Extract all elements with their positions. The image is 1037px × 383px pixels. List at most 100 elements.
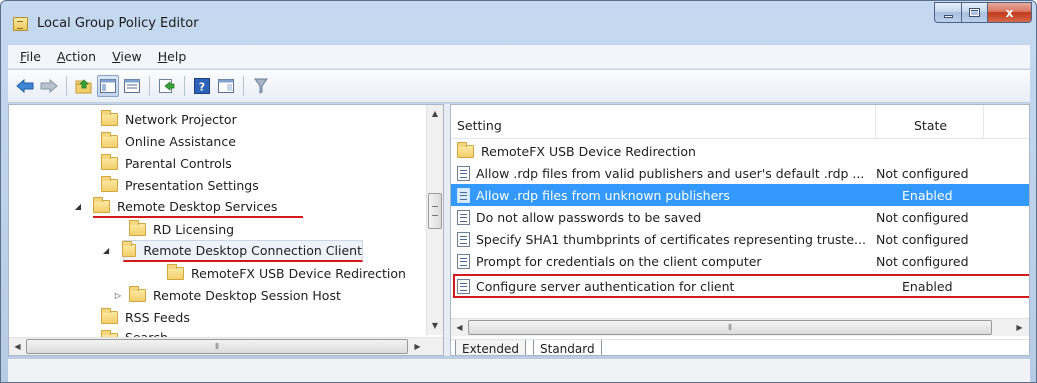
close-button[interactable]: x	[987, 2, 1032, 23]
title-bar[interactable]: Local Group Policy Editor x	[1, 1, 1036, 45]
menu-file[interactable]: File	[12, 49, 49, 64]
tree-item-remote-desktop-services[interactable]: ◢ Remote Desktop Services	[75, 196, 303, 218]
menu-view[interactable]: View	[104, 49, 150, 64]
tree-vertical-scrollbar[interactable]: ▲ ▼	[426, 105, 443, 335]
scroll-thumb[interactable]: ⦀	[26, 339, 408, 354]
setting-state: Not configured	[876, 165, 969, 181]
app-window: Local Group Policy Editor x File Action …	[0, 0, 1037, 383]
policy-setting-icon	[457, 278, 470, 294]
tab-standard[interactable]: Standard	[533, 340, 602, 355]
export-list-button[interactable]	[156, 75, 178, 97]
view-icon	[218, 79, 234, 93]
expanded-arrow-icon[interactable]: ◢	[73, 202, 83, 211]
content-area: Network Projector Online Assistance Pare…	[8, 104, 1030, 356]
scroll-left-arrow-icon[interactable]: ◀	[9, 338, 26, 355]
policy-setting-icon	[457, 165, 470, 181]
tree-item-parental-controls[interactable]: Parental Controls	[101, 152, 232, 174]
column-divider[interactable]	[875, 105, 876, 139]
settings-list: Setting State RemoteFX USB Device Redire…	[450, 104, 1030, 356]
tree-item-label: Remote Desktop Session Host	[153, 287, 341, 303]
setting-state: Enabled	[902, 278, 953, 294]
tree-item-remote-desktop-session-host[interactable]: ▷ Remote Desktop Session Host	[113, 284, 341, 306]
show-hide-tree-button[interactable]	[97, 75, 119, 97]
filter-button[interactable]	[250, 75, 272, 97]
tree-item-network-projector[interactable]: Network Projector	[101, 108, 237, 130]
view-button[interactable]	[215, 75, 237, 97]
toolbar-separator	[184, 76, 185, 96]
setting-name: Configure server authentication for clie…	[476, 278, 735, 294]
tree-item-label: Remote Desktop Services	[117, 198, 278, 214]
toolbar-separator	[66, 76, 67, 96]
folder-icon	[122, 241, 137, 257]
back-button[interactable]	[14, 75, 36, 97]
column-header-setting[interactable]: Setting	[457, 118, 502, 133]
setting-name: Prompt for credentials on the client com…	[476, 253, 762, 269]
up-one-level-button[interactable]	[73, 75, 95, 97]
folder-icon	[457, 141, 474, 158]
tab-extended[interactable]: Extended	[455, 340, 526, 355]
scroll-thumb[interactable]	[428, 193, 442, 229]
setting-state: Not configured	[876, 209, 969, 225]
show-hide-tree-icon	[100, 79, 116, 93]
forward-button[interactable]	[38, 75, 60, 97]
properties-button[interactable]	[121, 75, 143, 97]
menu-help[interactable]: Help	[150, 49, 195, 64]
scroll-up-arrow-icon[interactable]: ▲	[427, 105, 443, 122]
maximize-button[interactable]	[961, 2, 987, 23]
tree-horizontal-scrollbar[interactable]: ◀ ⦀ ▶	[9, 337, 443, 355]
folder-icon	[101, 307, 118, 324]
svg-text:?: ?	[199, 81, 205, 94]
tree-item-label: RemoteFX USB Device Redirection	[191, 265, 406, 281]
scroll-right-arrow-icon[interactable]: ▶	[1011, 319, 1028, 336]
help-button[interactable]: ?	[191, 75, 213, 97]
list-item-policy[interactable]: Allow .rdp files from valid publishers a…	[451, 162, 1029, 184]
policy-setting-icon	[457, 209, 470, 225]
folder-icon	[101, 153, 118, 170]
tree-item-presentation-settings[interactable]: Presentation Settings	[101, 174, 259, 196]
column-header-state[interactable]: State	[914, 118, 947, 133]
list-item-policy[interactable]: Do not allow passwords to be saved Not c…	[451, 206, 1029, 228]
expanded-arrow-icon[interactable]: ◢	[102, 246, 110, 255]
setting-name: Allow .rdp files from unknown publishers	[476, 187, 730, 203]
properties-icon	[124, 79, 140, 93]
policy-editor-icon	[13, 17, 28, 31]
window-title: Local Group Policy Editor	[37, 16, 199, 31]
list-item-folder[interactable]: RemoteFX USB Device Redirection	[451, 140, 1029, 162]
tree-item-remote-desktop-connection-client[interactable]: ◢ Remote Desktop Connection Client	[103, 240, 363, 262]
tree-item-label: Network Projector	[125, 111, 237, 127]
back-arrow-icon	[16, 79, 34, 93]
list-item-policy[interactable]: Specify SHA1 thumbprints of certificates…	[451, 228, 1029, 250]
tree-item-remotefx-usb-device-redirection[interactable]: RemoteFX USB Device Redirection	[167, 262, 406, 284]
setting-state: Not configured	[876, 253, 969, 269]
list-item-policy[interactable]: Configure server authentication for clie…	[451, 275, 1029, 297]
export-list-icon	[159, 79, 175, 93]
list-item-policy-selected[interactable]: Allow .rdp files from unknown publishers…	[451, 184, 1029, 206]
tree-item-label: RSS Feeds	[125, 309, 190, 325]
list-horizontal-scrollbar[interactable]: ◀ ⦀ ▶	[451, 318, 1029, 336]
menu-bar: File Action View Help	[8, 45, 1030, 69]
folder-icon	[93, 196, 110, 213]
tree-item-label: Presentation Settings	[125, 177, 259, 193]
close-icon: x	[1005, 5, 1014, 20]
scroll-down-arrow-icon[interactable]: ▼	[427, 317, 443, 334]
tree-item-rd-licensing[interactable]: RD Licensing	[129, 218, 234, 240]
tree-item-rss-feeds[interactable]: RSS Feeds	[101, 306, 190, 328]
status-bar	[8, 358, 1030, 382]
folder-icon	[101, 131, 118, 148]
setting-state: Enabled	[902, 187, 953, 203]
folder-icon	[129, 285, 146, 302]
setting-name: Allow .rdp files from valid publishers a…	[476, 165, 865, 181]
scroll-right-arrow-icon[interactable]: ▶	[409, 338, 426, 355]
tree-item-online-assistance[interactable]: Online Assistance	[101, 130, 236, 152]
tree-item-label: Remote Desktop Connection Client	[143, 243, 362, 258]
toolbar-separator	[149, 76, 150, 96]
list-item-policy[interactable]: Prompt for credentials on the client com…	[451, 250, 1029, 272]
filter-icon	[254, 78, 268, 94]
scroll-thumb[interactable]: ⦀	[468, 320, 992, 335]
menu-action[interactable]: Action	[49, 49, 104, 64]
scroll-left-arrow-icon[interactable]: ◀	[451, 319, 468, 336]
collapsed-arrow-icon[interactable]: ▷	[113, 291, 123, 300]
column-divider[interactable]	[983, 105, 984, 139]
maximize-icon	[969, 8, 980, 17]
minimize-button[interactable]	[934, 2, 961, 23]
